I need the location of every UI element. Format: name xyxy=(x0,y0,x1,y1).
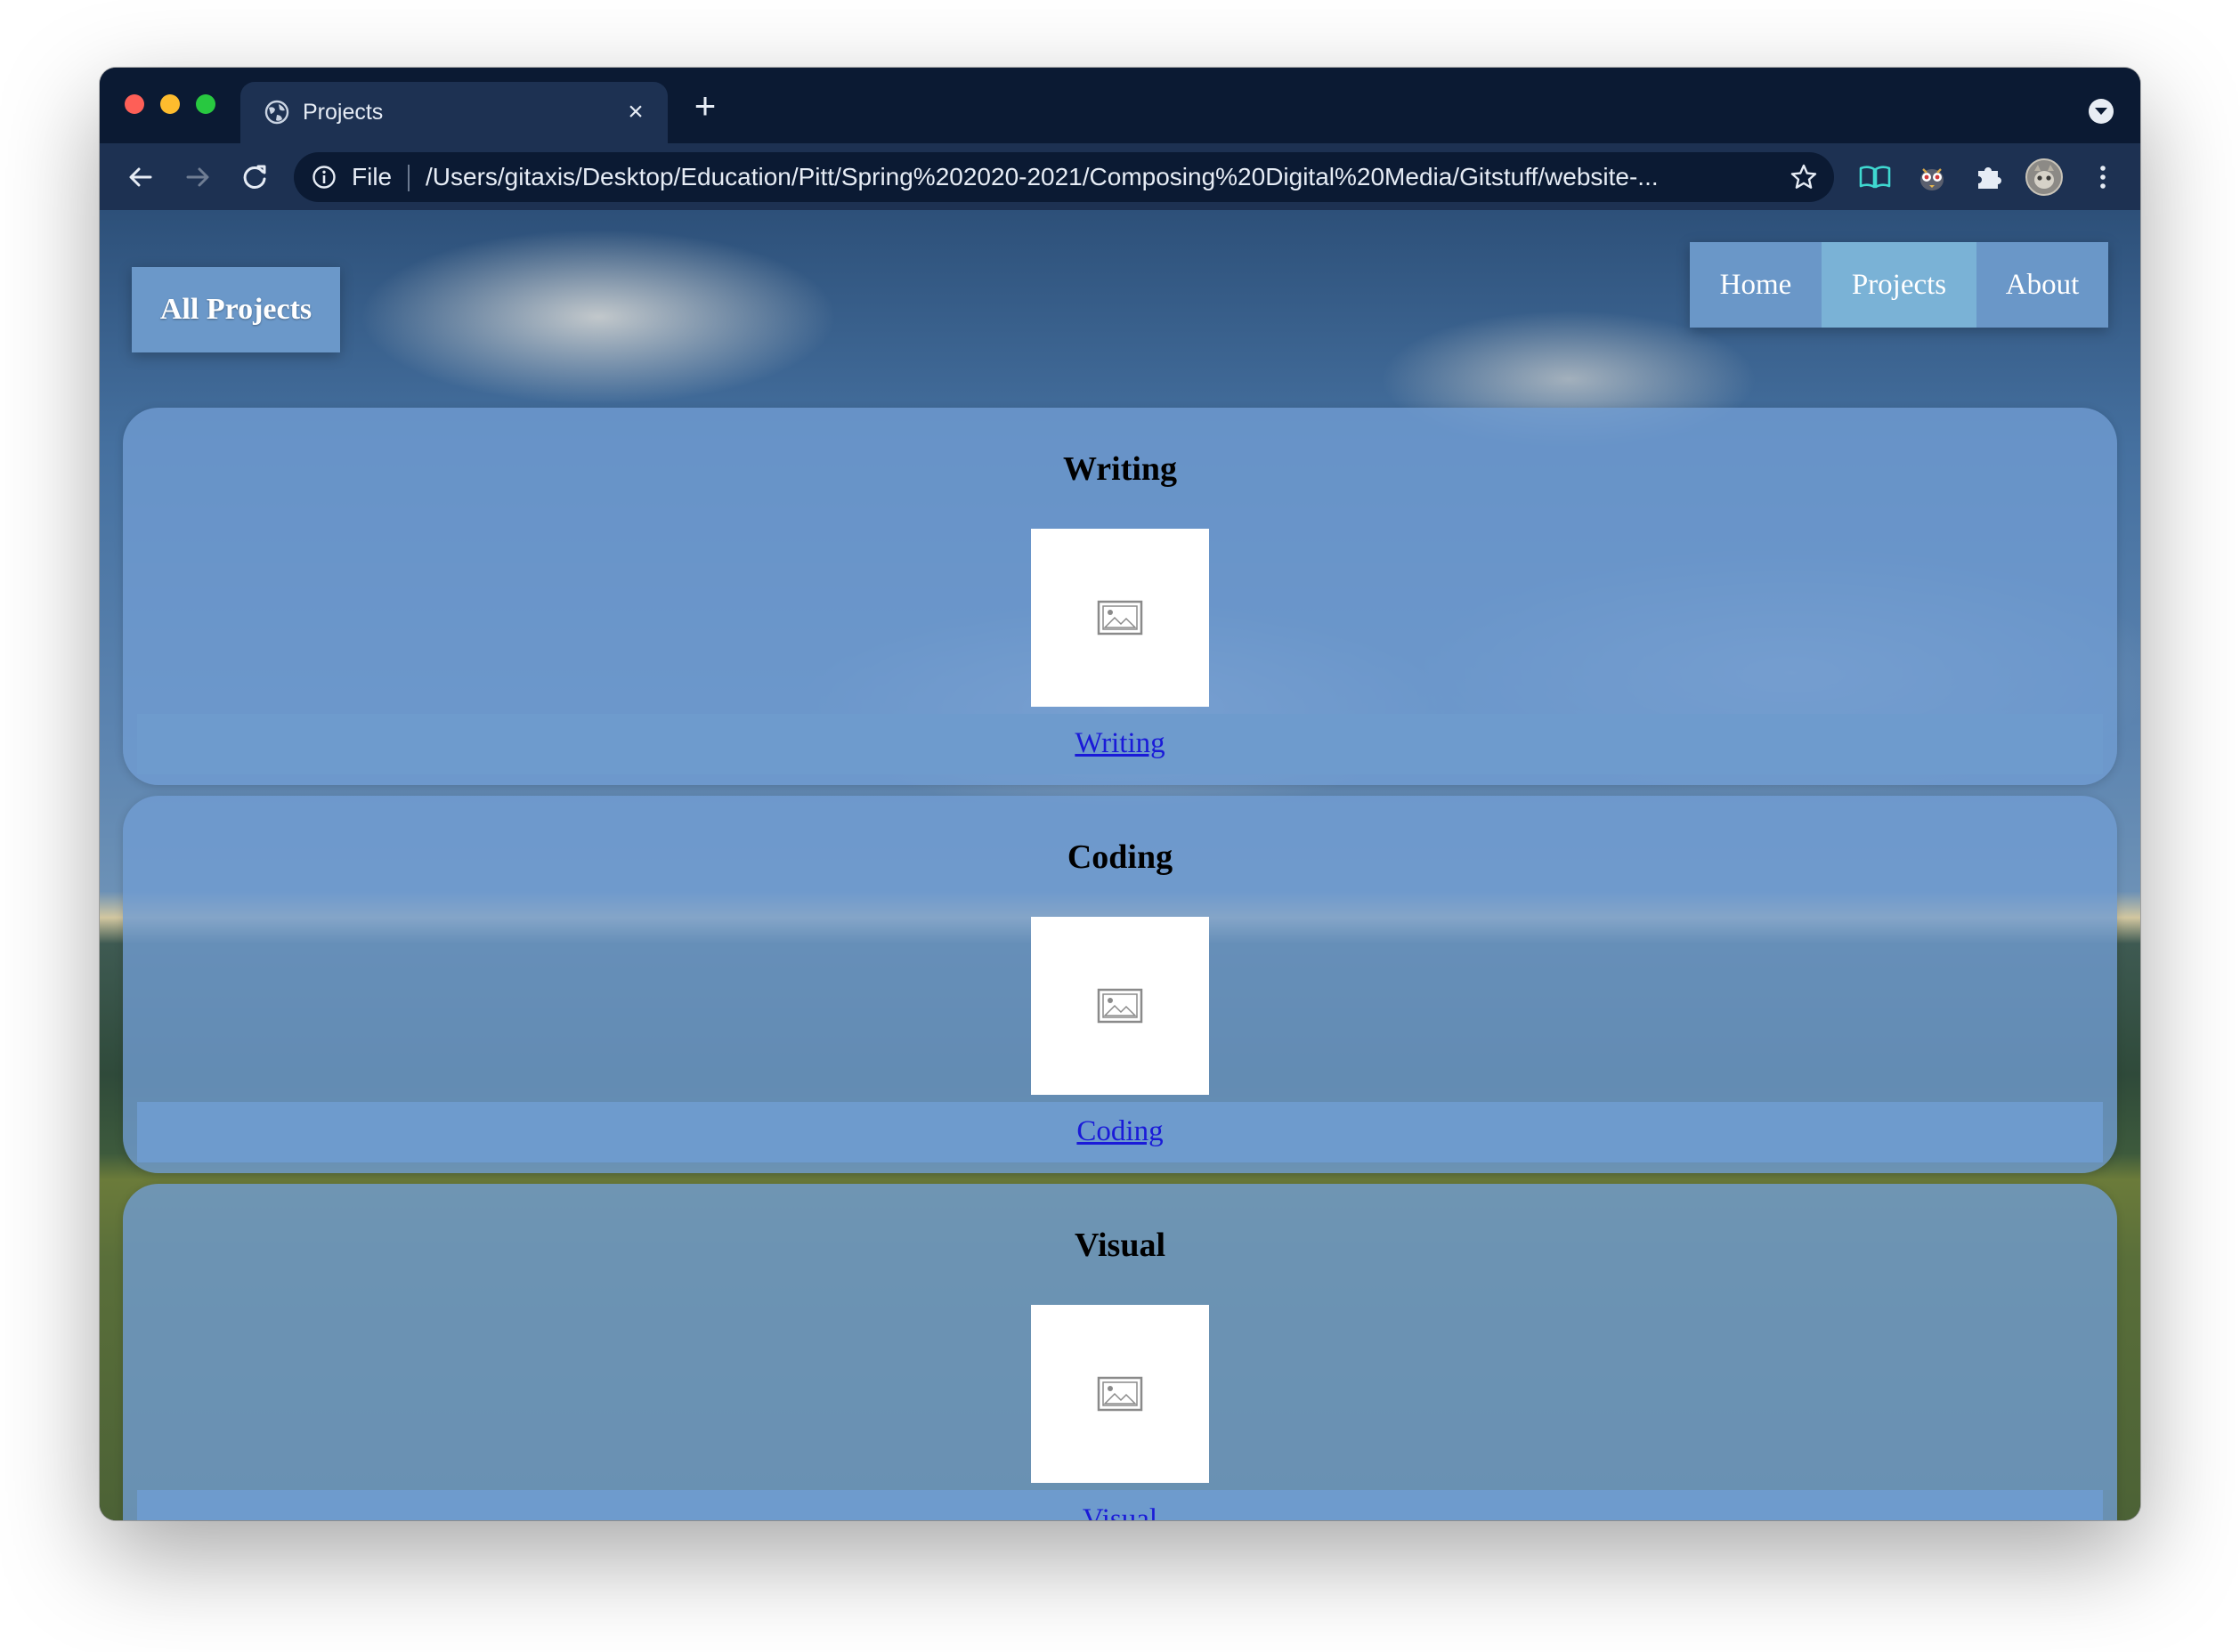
book-icon[interactable] xyxy=(1855,158,1895,197)
arrow-right-icon[interactable] xyxy=(178,158,217,197)
tab-title: Projects xyxy=(303,100,384,125)
new-tab-button[interactable]: + xyxy=(687,87,723,125)
scheme-label: File xyxy=(352,163,393,190)
broken-image-icon xyxy=(1097,1376,1143,1412)
project-footer: Visual xyxy=(137,1490,2103,1520)
close-window-button[interactable] xyxy=(125,94,144,114)
nav-about-link[interactable]: About xyxy=(1976,242,2108,328)
zoom-window-button[interactable] xyxy=(196,94,215,114)
nav-home-link[interactable]: Home xyxy=(1690,242,1822,328)
project-title: Coding xyxy=(1067,838,1173,876)
puzzle-icon[interactable] xyxy=(1969,158,2009,197)
broken-image-icon xyxy=(1097,600,1143,636)
url-text[interactable]: /Users/gitaxis/Desktop/Education/Pitt/Sp… xyxy=(426,162,1725,192)
project-footer: Writing xyxy=(137,714,2103,774)
star-icon[interactable] xyxy=(1790,163,1818,191)
project-image[interactable] xyxy=(1031,529,1209,707)
project-link-writing[interactable]: Writing xyxy=(137,723,2103,764)
tab-strip: Projects × + xyxy=(100,68,2140,143)
nav-projects-link[interactable]: Projects xyxy=(1822,242,1976,328)
address-bar[interactable]: File /Users/gitaxis/Desktop/Education/Pi… xyxy=(294,152,1834,202)
project-title: Writing xyxy=(1062,450,1178,488)
project-link-coding[interactable]: Coding xyxy=(137,1111,2103,1152)
reload-icon[interactable] xyxy=(235,158,274,197)
project-card-coding: Coding Coding xyxy=(123,796,2117,1173)
arrow-left-icon[interactable] xyxy=(121,158,160,197)
address-separator xyxy=(408,165,410,191)
avatar-icon[interactable] xyxy=(2025,158,2064,197)
globe-icon xyxy=(264,99,290,126)
project-image[interactable] xyxy=(1031,1305,1209,1483)
browser-toolbar: File /Users/gitaxis/Desktop/Education/Pi… xyxy=(100,143,2140,210)
chevron-down-icon[interactable] xyxy=(2089,99,2114,124)
kebab-menu-icon[interactable] xyxy=(2083,158,2122,197)
project-image[interactable] xyxy=(1031,917,1209,1095)
broken-image-icon xyxy=(1097,988,1143,1024)
info-icon[interactable] xyxy=(312,165,337,190)
project-title: Visual xyxy=(1074,1227,1166,1264)
page-title: All Projects xyxy=(132,267,340,352)
project-footer: Coding xyxy=(137,1102,2103,1162)
project-card-visual: Visual Visual xyxy=(123,1184,2117,1520)
close-tab-button[interactable]: × xyxy=(620,96,652,128)
tab-projects[interactable]: Projects × xyxy=(240,82,668,143)
owl-icon[interactable] xyxy=(1912,158,1952,197)
main-nav: Home Projects About xyxy=(1690,242,2108,328)
minimize-window-button[interactable] xyxy=(160,94,180,114)
page-viewport: All Projects Home Projects About Writing… xyxy=(100,210,2140,1520)
project-link-visual[interactable]: Visual xyxy=(137,1499,2103,1520)
project-card-writing: Writing Writing xyxy=(123,408,2117,785)
browser-window: Projects × + File /Users/gitaxis/Desktop… xyxy=(100,68,2140,1520)
